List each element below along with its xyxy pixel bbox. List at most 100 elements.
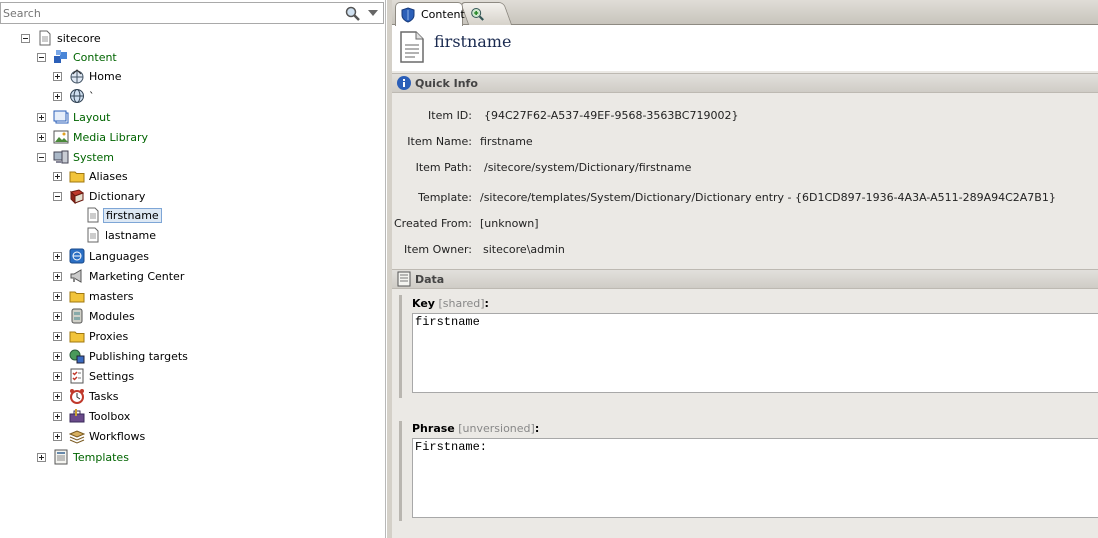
quick-info-row: Item Path: /sitecore/system/Dictionary/f…	[392, 161, 1098, 177]
tree-label: Proxies	[89, 329, 129, 343]
tree-node-masters[interactable]: masters	[53, 286, 136, 306]
expand-icon[interactable]	[53, 171, 62, 181]
created-from-value: [unknown]	[480, 217, 539, 230]
tree-label: Workflows	[89, 429, 146, 443]
home-globe-icon	[69, 68, 85, 84]
megaphone-icon	[69, 268, 85, 284]
tree-node-system[interactable]: System	[37, 147, 116, 167]
expand-icon[interactable]	[53, 431, 62, 441]
tab-strip: Content	[392, 0, 1098, 26]
tab-label: Content	[421, 8, 465, 21]
expand-icon[interactable]	[53, 351, 62, 361]
expand-icon[interactable]	[53, 371, 62, 381]
tree-node-marketing-center[interactable]: Marketing Center	[53, 266, 186, 286]
tree-node-sitecore[interactable]: sitecore	[21, 28, 103, 48]
quick-info-row: Created From: [unknown]	[392, 217, 1098, 233]
quick-info-section-header[interactable]: Quick Info	[392, 73, 1098, 93]
expand-icon[interactable]	[53, 391, 62, 401]
quick-info-panel: Item ID: {94C27F62-A537-49EF-9568-3563BC…	[392, 93, 1098, 269]
expand-icon[interactable]	[53, 331, 62, 341]
toolbox-icon	[69, 408, 85, 424]
computer-icon	[53, 149, 69, 165]
tree-node-content[interactable]: Content	[37, 47, 119, 67]
item-id-value[interactable]: {94C27F62-A537-49EF-9568-3563BC719002}	[484, 109, 738, 122]
globe-icon	[69, 88, 85, 104]
chevron-down-icon[interactable]	[368, 10, 378, 16]
expand-icon[interactable]	[53, 251, 62, 261]
expand-icon[interactable]	[37, 452, 46, 462]
tree-node-aliases[interactable]: Aliases	[53, 166, 130, 186]
tree-node-languages[interactable]: Languages	[53, 246, 151, 266]
settings-checklist-icon	[69, 368, 85, 384]
section-title: Quick Info	[415, 76, 478, 90]
search-input[interactable]	[3, 5, 333, 21]
tree-node-firstname[interactable]: firstname	[69, 205, 162, 225]
languages-icon	[69, 248, 85, 264]
publish-globe-icon	[69, 348, 85, 364]
expand-icon[interactable]	[53, 91, 62, 101]
tree-node-media-library[interactable]: Media Library	[37, 127, 150, 147]
search-icon[interactable]	[344, 5, 362, 23]
quick-info-row: Item ID: {94C27F62-A537-49EF-9568-3563BC…	[392, 109, 1098, 125]
colon: :	[534, 422, 540, 435]
document-icon	[37, 30, 53, 46]
expand-icon[interactable]	[37, 112, 46, 122]
content-cubes-icon	[53, 49, 69, 65]
expand-icon[interactable]	[53, 411, 62, 421]
tree-node-tasks[interactable]: Tasks	[53, 386, 120, 406]
item-path-value[interactable]: /sitecore/system/Dictionary/firstname	[484, 161, 691, 174]
tree-label: sitecore	[57, 31, 101, 45]
tree-node-templates[interactable]: Templates	[37, 447, 131, 467]
phrase-label: Phrase	[412, 422, 455, 435]
collapse-icon[interactable]	[37, 52, 46, 62]
page-title: firstname	[434, 32, 512, 51]
tree-node-home[interactable]: Home	[53, 66, 123, 86]
tab-content[interactable]: Content	[395, 2, 465, 26]
tree-node-settings[interactable]: Settings	[53, 366, 136, 386]
folder-icon	[69, 328, 85, 344]
tree-label: Layout	[73, 110, 111, 124]
tree-node-toolbox[interactable]: Toolbox	[53, 406, 132, 426]
key-field-input[interactable]: firstname	[412, 313, 1098, 393]
tree-label: Languages	[89, 249, 150, 263]
tree-node-proxies[interactable]: Proxies	[53, 326, 130, 346]
tree-node-lastname[interactable]: lastname	[69, 225, 158, 245]
tree-node-publishing-targets[interactable]: Publishing targets	[53, 346, 190, 366]
layout-icon	[53, 109, 69, 125]
content-tree: sitecore Content Home ` Layout Media Lib…	[0, 24, 384, 538]
key-meta: [shared]	[438, 297, 485, 310]
tree-label: Aliases	[89, 169, 128, 183]
key-label: Key	[412, 297, 435, 310]
item-path-label: Item Path:	[415, 161, 472, 174]
tree-label: Templates	[73, 450, 129, 464]
module-icon	[69, 308, 85, 324]
colon: :	[484, 297, 489, 310]
collapse-icon[interactable]	[53, 191, 62, 201]
tree-label: Content	[73, 50, 117, 64]
tree-label: Tasks	[89, 389, 119, 403]
item-owner-label: Item Owner:	[404, 243, 472, 256]
expand-icon[interactable]	[53, 291, 62, 301]
tree-node-workflows[interactable]: Workflows	[53, 426, 147, 446]
tree-label: Media Library	[73, 130, 148, 144]
tree-node-modules[interactable]: Modules	[53, 306, 137, 326]
workflow-icon	[69, 428, 85, 444]
tree-node-dictionary[interactable]: Dictionary	[53, 186, 147, 206]
template-value[interactable]: /sitecore/templates/System/Dictionary/Di…	[480, 191, 1056, 204]
tree-node-unnamed[interactable]: `	[53, 86, 97, 106]
tree-label: Modules	[89, 309, 135, 323]
expand-icon[interactable]	[53, 271, 62, 281]
tab-search[interactable]	[459, 2, 513, 25]
expand-icon[interactable]	[53, 71, 62, 81]
tree-node-layout[interactable]: Layout	[37, 107, 112, 127]
expand-icon[interactable]	[53, 311, 62, 321]
field-bar	[399, 421, 402, 521]
tree-label: System	[73, 150, 115, 164]
expand-icon[interactable]	[37, 132, 46, 142]
data-section-header[interactable]: Data	[392, 269, 1098, 289]
collapse-icon[interactable]	[37, 152, 46, 162]
collapse-icon[interactable]	[21, 33, 30, 43]
tree-label: firstname	[103, 207, 162, 223]
document-icon	[85, 227, 101, 243]
phrase-field-input[interactable]: Firstname:	[412, 438, 1098, 518]
